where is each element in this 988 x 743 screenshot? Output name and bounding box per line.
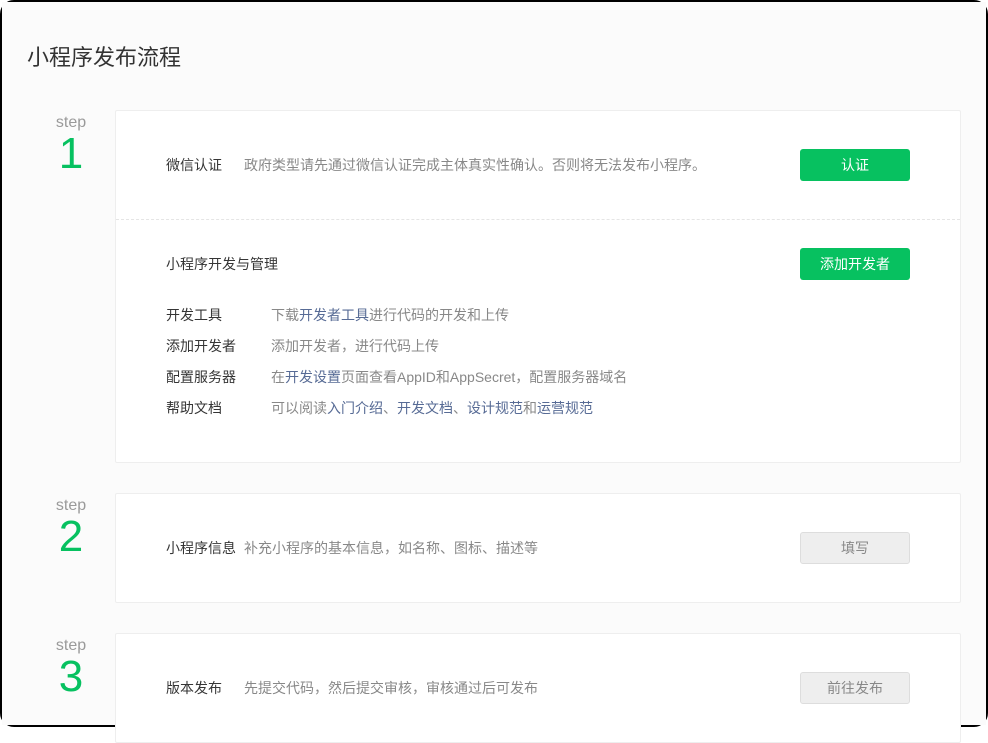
step-number: 2 — [27, 514, 115, 560]
step-number: 3 — [27, 654, 115, 700]
dev-settings-link[interactable]: 开发设置 — [285, 369, 341, 385]
operation-spec-link[interactable]: 运营规范 — [537, 400, 593, 416]
detail-row-help-docs: 帮助文档 可以阅读入门介绍、开发文档、设计规范和运营规范 — [166, 393, 910, 424]
dev-manage-section: 小程序开发与管理 添加开发者 开发工具 下载开发者工具进行代码的开发和上传 添加… — [116, 220, 960, 462]
section-title: 版本发布 — [166, 678, 244, 698]
section-title: 小程序开发与管理 — [166, 254, 800, 274]
detail-value: 可以阅读入门介绍、开发文档、设计规范和运营规范 — [271, 398, 910, 419]
go-release-button[interactable]: 前往发布 — [800, 672, 910, 704]
page-title: 小程序发布流程 — [27, 40, 961, 72]
detail-label: 帮助文档 — [166, 398, 271, 419]
app-info-section: 小程序信息 补充小程序的基本信息，如名称、图标、描述等 填写 — [116, 494, 960, 602]
release-section: 版本发布 先提交代码，然后提交审核，审核通过后可发布 前往发布 — [116, 634, 960, 742]
section-title: 小程序信息 — [166, 538, 244, 558]
dev-docs-link[interactable]: 开发文档 — [397, 400, 453, 416]
detail-label: 配置服务器 — [166, 367, 271, 388]
detail-value: 下载开发者工具进行代码的开发和上传 — [271, 305, 910, 326]
dev-tools-link[interactable]: 开发者工具 — [299, 307, 369, 323]
design-spec-link[interactable]: 设计规范 — [467, 400, 523, 416]
fill-info-button[interactable]: 填写 — [800, 532, 910, 564]
step-2-card: 小程序信息 补充小程序的基本信息，如名称、图标、描述等 填写 — [115, 493, 961, 603]
detail-row-add-dev: 添加开发者 添加开发者，进行代码上传 — [166, 331, 910, 362]
step-1-row: step 1 微信认证 政府类型请先通过微信认证完成主体真实性确认。否则将无法发… — [27, 110, 961, 463]
section-desc: 先提交代码，然后提交审核，审核通过后可发布 — [244, 678, 800, 698]
add-developer-button[interactable]: 添加开发者 — [800, 248, 910, 280]
detail-value: 添加开发者，进行代码上传 — [271, 336, 910, 357]
detail-label: 添加开发者 — [166, 336, 271, 357]
wechat-verify-section: 微信认证 政府类型请先通过微信认证完成主体真实性确认。否则将无法发布小程序。 认… — [116, 111, 960, 220]
step-2-label: step 2 — [27, 493, 115, 603]
section-title: 微信认证 — [166, 155, 244, 175]
section-desc: 补充小程序的基本信息，如名称、图标、描述等 — [244, 538, 800, 558]
step-number: 1 — [27, 131, 115, 177]
detail-label: 开发工具 — [166, 305, 271, 326]
detail-row-config-server: 配置服务器 在开发设置页面查看AppID和AppSecret，配置服务器域名 — [166, 362, 910, 393]
step-1-card: 微信认证 政府类型请先通过微信认证完成主体真实性确认。否则将无法发布小程序。 认… — [115, 110, 961, 463]
intro-link[interactable]: 入门介绍 — [327, 400, 383, 416]
section-desc: 政府类型请先通过微信认证完成主体真实性确认。否则将无法发布小程序。 — [244, 155, 800, 175]
detail-value: 在开发设置页面查看AppID和AppSecret，配置服务器域名 — [271, 367, 910, 388]
detail-row-dev-tools: 开发工具 下载开发者工具进行代码的开发和上传 — [166, 300, 910, 331]
step-2-row: step 2 小程序信息 补充小程序的基本信息，如名称、图标、描述等 填写 — [27, 493, 961, 603]
main-container: 小程序发布流程 step 1 微信认证 政府类型请先通过微信认证完成主体真实性确… — [2, 2, 986, 725]
step-1-label: step 1 — [27, 110, 115, 463]
verify-button[interactable]: 认证 — [800, 149, 910, 181]
